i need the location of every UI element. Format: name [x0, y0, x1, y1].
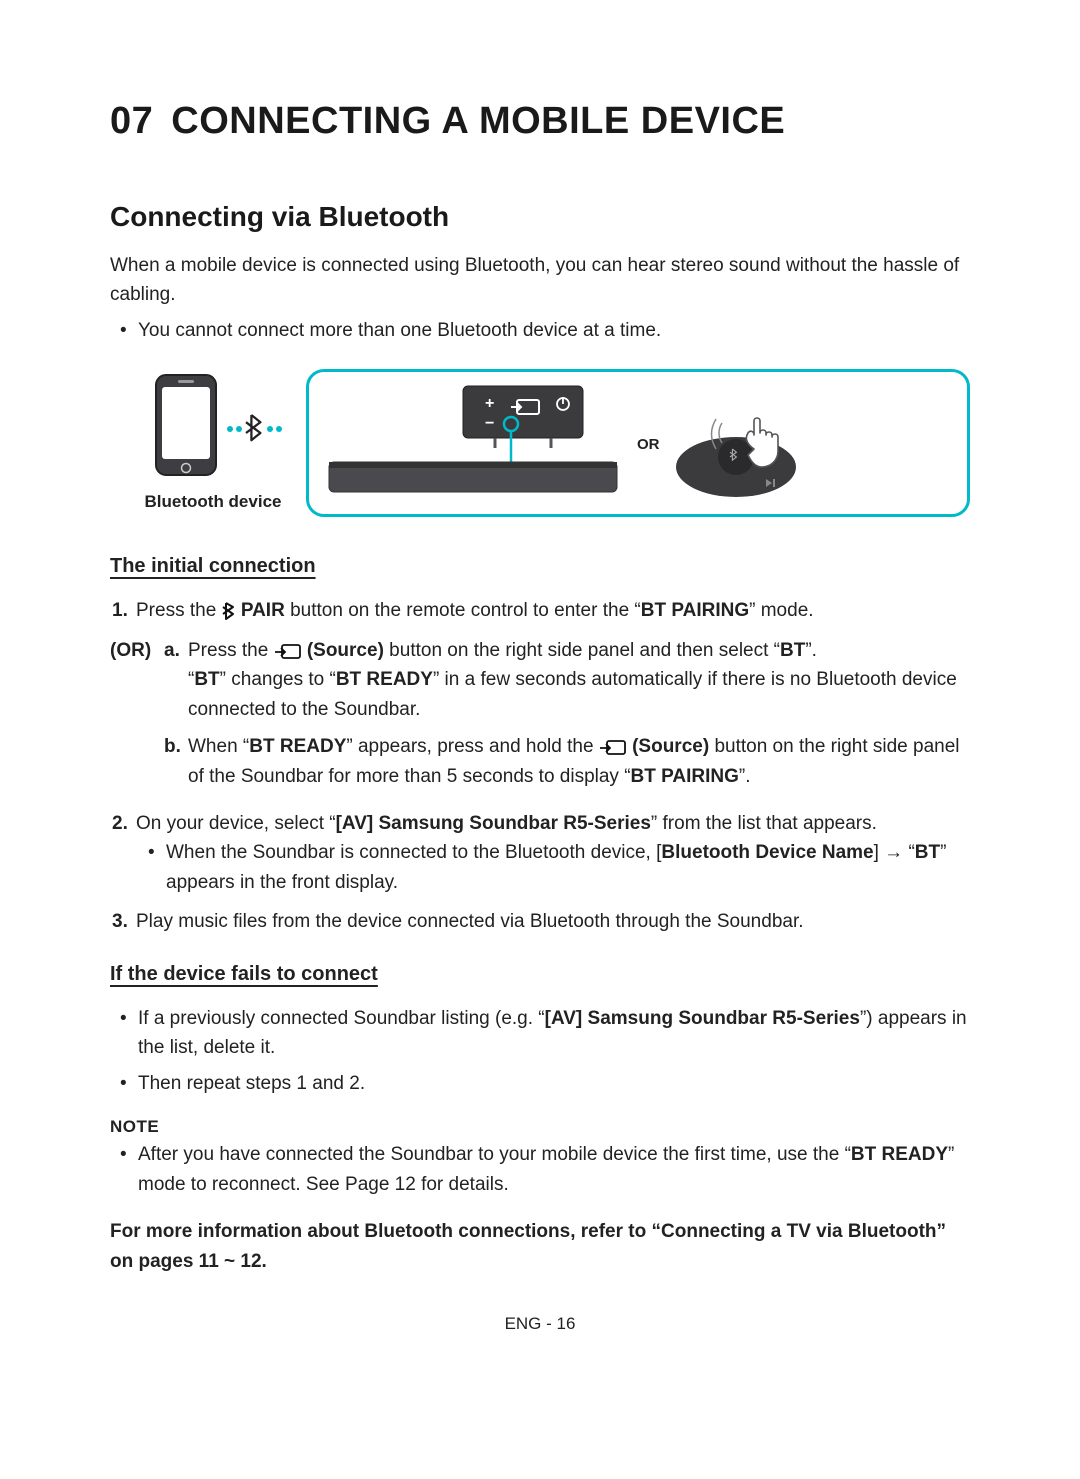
text: ”. [805, 640, 817, 661]
source-label: (Source) [627, 736, 709, 757]
bt-device-name: Bluetooth Device Name [661, 842, 873, 863]
svg-text:−: − [485, 415, 494, 432]
text: ” mode. [749, 600, 813, 621]
text: Press the [188, 640, 274, 661]
text: When the Soundbar is connected to the Bl… [166, 842, 661, 863]
devices-panel: + − [306, 369, 970, 517]
step-2: On your device, select “[AV] Samsung Sou… [136, 809, 970, 897]
text: ” from the list that appears. [651, 813, 877, 834]
remote-press-illustration [674, 389, 814, 499]
bt-pairing: BT PAIRING [631, 766, 739, 787]
source-label: (Source) [302, 640, 384, 661]
diagram-or-label: OR [637, 433, 660, 456]
phone-icon [138, 371, 288, 481]
text: ] → “ [874, 842, 915, 863]
step-2-sub: When the Soundbar is connected to the Bl… [166, 838, 970, 897]
bluetooth-device-illustration: Bluetooth device [138, 371, 288, 515]
step-3: Play music files from the device connect… [136, 907, 970, 936]
bt-label: BT [194, 669, 219, 690]
chapter-title: 07 CONNECTING A MOBILE DEVICE [110, 100, 970, 143]
text: If a previously connected Soundbar listi… [138, 1008, 545, 1029]
source-icon [599, 739, 627, 757]
or-label: (OR) [110, 640, 151, 661]
device-name: [AV] Samsung Soundbar R5-Series [336, 813, 651, 834]
subheading-initial: The initial connection [110, 551, 970, 582]
step-1: Press the PAIR button on the remote cont… [136, 596, 970, 625]
source-icon [274, 643, 302, 661]
pair-label: PAIR [236, 600, 285, 621]
letter-b: b. [164, 732, 188, 791]
device-name: [AV] Samsung Soundbar R5-Series [545, 1008, 860, 1029]
text: ” changes to “ [220, 669, 336, 690]
page-footer: ENG - 16 [110, 1314, 970, 1334]
text: Press the [136, 600, 222, 621]
text: button on the remote control to enter th… [285, 600, 641, 621]
intro-bullet: You cannot connect more than one Bluetoo… [138, 316, 970, 345]
text: After you have connected the Soundbar to… [138, 1144, 851, 1165]
bt-ready: BT READY [249, 736, 346, 757]
text: ”. [739, 766, 751, 787]
chapter-number: 07 [110, 100, 153, 142]
fail-bullet-2: Then repeat steps 1 and 2. [138, 1069, 970, 1098]
text: ” appears, press and hold the [346, 736, 598, 757]
phone-label: Bluetooth device [138, 489, 288, 515]
cross-reference: For more information about Bluetooth con… [110, 1217, 970, 1276]
bt-pairing: BT PAIRING [641, 600, 749, 621]
note-bullet: After you have connected the Soundbar to… [138, 1140, 970, 1199]
text: button on the right side panel and then … [384, 640, 780, 661]
bt-label: BT [780, 640, 805, 661]
bluetooth-icon [222, 602, 236, 620]
intro-paragraph: When a mobile device is connected using … [110, 251, 970, 310]
section-title: Connecting via Bluetooth [110, 201, 970, 233]
step-a: a. Press the (Source) button on the righ… [164, 636, 970, 724]
chapter-name: CONNECTING A MOBILE DEVICE [171, 100, 785, 142]
connection-diagram: Bluetooth device + − [138, 369, 970, 517]
bt-ready: BT READY [851, 1144, 948, 1165]
letter-a: a. [164, 636, 188, 724]
note-heading: NOTE [110, 1114, 970, 1140]
subheading-fail: If the device fails to connect [110, 959, 970, 990]
text: When “ [188, 736, 249, 757]
bt-ready: BT READY [336, 669, 433, 690]
step-b: b. When “BT READY” appears, press and ho… [164, 732, 970, 791]
svg-text:+: + [485, 395, 494, 412]
bt-label: BT [915, 842, 940, 863]
text: On your device, select “ [136, 813, 336, 834]
fail-bullet-1: If a previously connected Soundbar listi… [138, 1004, 970, 1063]
soundbar-illustration: + − [323, 384, 623, 504]
